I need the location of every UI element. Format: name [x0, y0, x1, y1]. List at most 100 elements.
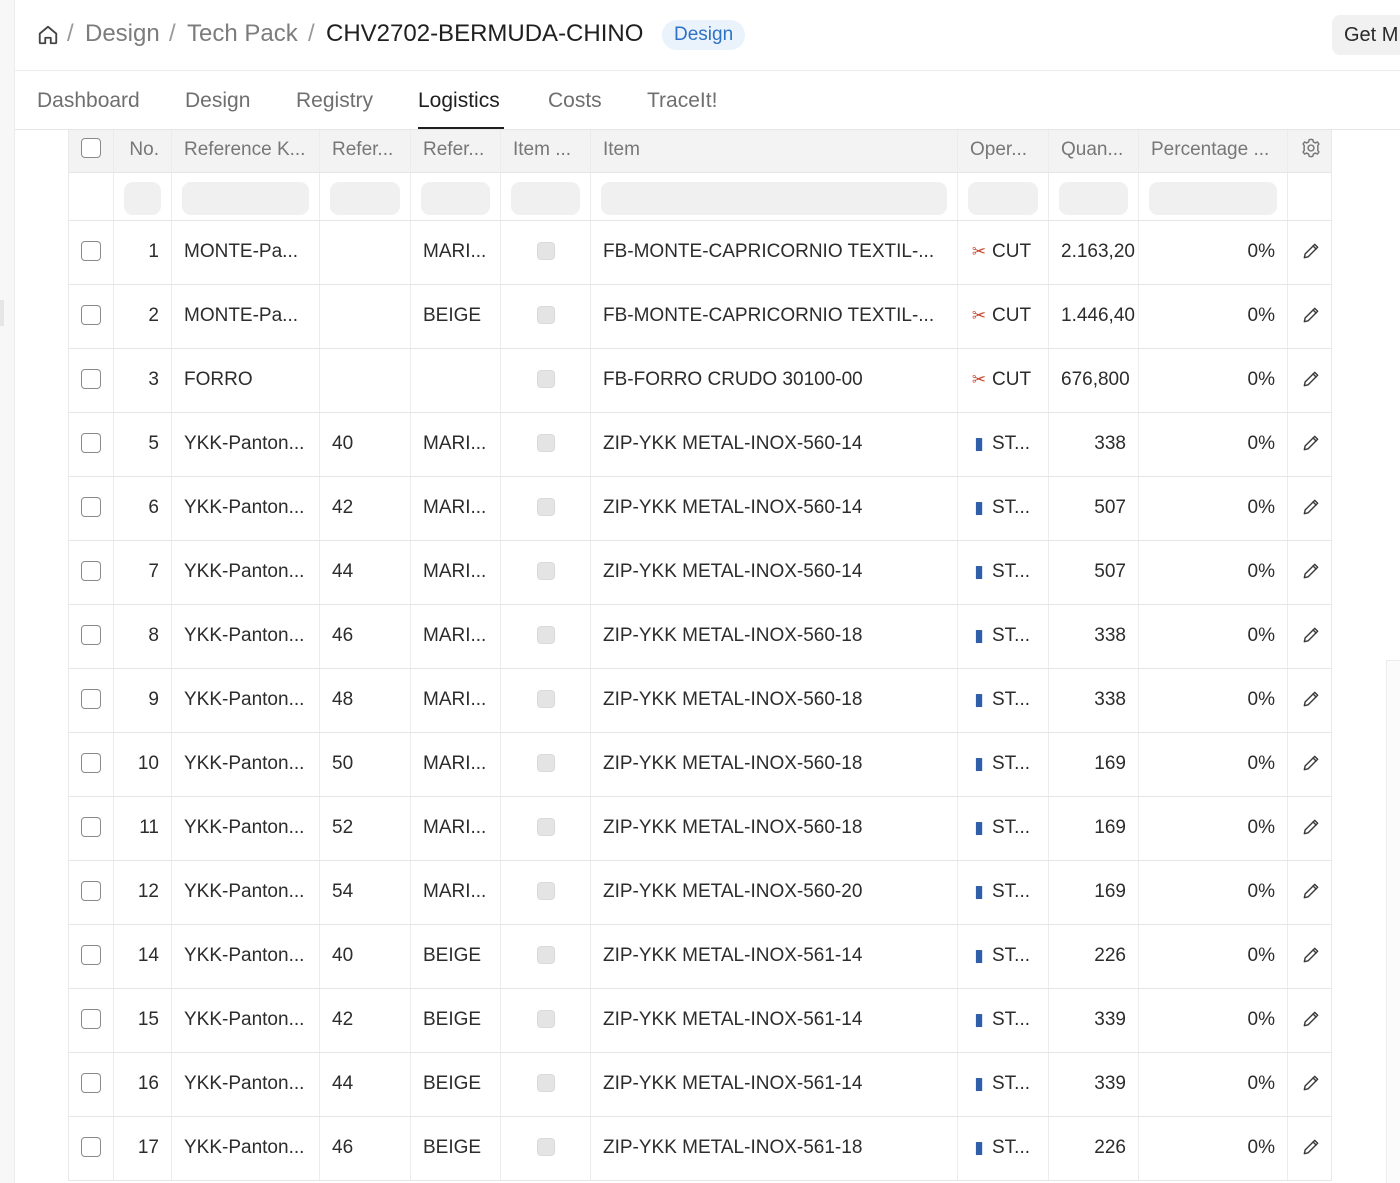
reference-2-cell[interactable]: MARI... — [411, 221, 501, 284]
filter-input-percentage[interactable] — [1149, 182, 1277, 215]
reference-1-cell[interactable]: 44 — [320, 541, 411, 604]
table-row[interactable]: 5 YKK-Panton... 40 MARI... ZIP-YKK METAL… — [69, 413, 1331, 477]
item-flag-checkbox[interactable] — [536, 1009, 555, 1028]
table-row[interactable]: 8 YKK-Panton... 46 MARI... ZIP-YKK METAL… — [69, 605, 1331, 669]
quantity-cell[interactable]: 507 — [1049, 541, 1139, 604]
pencil-icon[interactable] — [1301, 1137, 1321, 1157]
pencil-icon[interactable] — [1301, 561, 1321, 581]
home-icon[interactable] — [37, 24, 59, 46]
pencil-icon[interactable] — [1301, 497, 1321, 517]
reference-key-cell[interactable]: YKK-Panton... — [172, 1117, 320, 1180]
operation-cell[interactable]: ▮ ST... — [958, 797, 1049, 860]
quantity-cell[interactable]: 169 — [1049, 861, 1139, 924]
filter-input-reference-1[interactable] — [330, 182, 400, 215]
item-cell[interactable]: ZIP-YKK METAL-INOX-561-18 — [591, 1117, 958, 1180]
filter-input-reference-key[interactable] — [182, 182, 309, 215]
table-row[interactable]: 10 YKK-Panton... 50 MARI... ZIP-YKK META… — [69, 733, 1331, 797]
filter-input-no[interactable] — [124, 182, 161, 215]
reference-2-cell[interactable]: MARI... — [411, 861, 501, 924]
table-row[interactable]: 3 FORRO FB-FORRO CRUDO 30100-00 ✂ CUT 676… — [69, 349, 1331, 413]
reference-2-cell[interactable]: BEIGE — [411, 989, 501, 1052]
item-flag-checkbox[interactable] — [536, 305, 555, 324]
quantity-cell[interactable]: 338 — [1049, 605, 1139, 668]
row-checkbox[interactable] — [81, 240, 101, 261]
item-cell[interactable]: FB-MONTE-CAPRICORNIO TEXTIL-... — [591, 221, 958, 284]
row-checkbox[interactable] — [81, 880, 101, 901]
filter-input-reference-2[interactable] — [421, 182, 490, 215]
row-checkbox[interactable] — [81, 752, 101, 773]
operation-cell[interactable]: ▮ ST... — [958, 669, 1049, 732]
reference-1-cell[interactable] — [320, 221, 411, 284]
breadcrumb-design[interactable]: Design — [85, 18, 160, 50]
table-row[interactable]: 2 MONTE-Pa... BEIGE FB-MONTE-CAPRICORNIO… — [69, 285, 1331, 349]
percentage-cell[interactable]: 0% — [1139, 541, 1288, 604]
percentage-cell[interactable]: 0% — [1139, 1117, 1288, 1180]
pencil-icon[interactable] — [1301, 625, 1321, 645]
filter-input-quantity[interactable] — [1059, 182, 1128, 215]
row-checkbox[interactable] — [81, 624, 101, 645]
reference-key-cell[interactable]: YKK-Panton... — [172, 925, 320, 988]
item-flag-checkbox[interactable] — [536, 881, 555, 900]
table-row[interactable]: 16 YKK-Panton... 44 BEIGE ZIP-YKK METAL-… — [69, 1053, 1331, 1117]
filter-input-item-flag[interactable] — [511, 182, 580, 215]
reference-2-cell[interactable]: MARI... — [411, 477, 501, 540]
item-flag-checkbox[interactable] — [536, 817, 555, 836]
row-checkbox[interactable] — [81, 1072, 101, 1093]
reference-2-cell[interactable]: MARI... — [411, 733, 501, 796]
operation-cell[interactable]: ▮ ST... — [958, 925, 1049, 988]
item-cell[interactable]: ZIP-YKK METAL-INOX-560-18 — [591, 669, 958, 732]
percentage-cell[interactable]: 0% — [1139, 925, 1288, 988]
reference-key-cell[interactable]: MONTE-Pa... — [172, 285, 320, 348]
quantity-cell[interactable]: 226 — [1049, 925, 1139, 988]
item-flag-checkbox[interactable] — [536, 1073, 555, 1092]
tab-design[interactable]: Design — [185, 87, 250, 115]
quantity-cell[interactable]: 169 — [1049, 733, 1139, 796]
table-row[interactable]: 6 YKK-Panton... 42 MARI... ZIP-YKK METAL… — [69, 477, 1331, 541]
reference-1-cell[interactable]: 48 — [320, 669, 411, 732]
pencil-icon[interactable] — [1301, 305, 1321, 325]
quantity-cell[interactable]: 339 — [1049, 989, 1139, 1052]
operation-cell[interactable]: ▮ ST... — [958, 861, 1049, 924]
reference-1-cell[interactable] — [320, 285, 411, 348]
percentage-cell[interactable]: 0% — [1139, 285, 1288, 348]
row-checkbox[interactable] — [81, 688, 101, 709]
quantity-cell[interactable]: 226 — [1049, 1117, 1139, 1180]
column-header-item-flag[interactable]: Item ... — [501, 130, 591, 172]
gear-icon[interactable] — [1300, 137, 1322, 159]
item-cell[interactable]: ZIP-YKK METAL-INOX-560-20 — [591, 861, 958, 924]
quantity-cell[interactable]: 339 — [1049, 1053, 1139, 1116]
item-flag-checkbox[interactable] — [536, 1137, 555, 1156]
pencil-icon[interactable] — [1301, 881, 1321, 901]
reference-1-cell[interactable]: 42 — [320, 477, 411, 540]
percentage-cell[interactable]: 0% — [1139, 349, 1288, 412]
item-cell[interactable]: ZIP-YKK METAL-INOX-560-18 — [591, 797, 958, 860]
reference-1-cell[interactable]: 46 — [320, 1117, 411, 1180]
column-header-quantity[interactable]: Quan... — [1049, 130, 1139, 172]
row-checkbox[interactable] — [81, 1136, 101, 1157]
item-cell[interactable]: ZIP-YKK METAL-INOX-560-18 — [591, 733, 958, 796]
filter-input-item[interactable] — [601, 182, 947, 215]
item-cell[interactable]: ZIP-YKK METAL-INOX-561-14 — [591, 925, 958, 988]
quantity-cell[interactable]: 676,800 — [1049, 349, 1139, 412]
reference-2-cell[interactable]: BEIGE — [411, 1117, 501, 1180]
percentage-cell[interactable]: 0% — [1139, 733, 1288, 796]
get-more-button[interactable]: Get M — [1332, 15, 1400, 55]
row-checkbox[interactable] — [81, 560, 101, 581]
operation-cell[interactable]: ▮ ST... — [958, 605, 1049, 668]
table-row[interactable]: 15 YKK-Panton... 42 BEIGE ZIP-YKK METAL-… — [69, 989, 1331, 1053]
item-cell[interactable]: ZIP-YKK METAL-INOX-560-14 — [591, 413, 958, 476]
item-cell[interactable]: ZIP-YKK METAL-INOX-561-14 — [591, 989, 958, 1052]
operation-cell[interactable]: ▮ ST... — [958, 541, 1049, 604]
row-checkbox[interactable] — [81, 816, 101, 837]
pencil-icon[interactable] — [1301, 945, 1321, 965]
table-row[interactable]: 17 YKK-Panton... 46 BEIGE ZIP-YKK METAL-… — [69, 1117, 1331, 1181]
percentage-cell[interactable]: 0% — [1139, 605, 1288, 668]
percentage-cell[interactable]: 0% — [1139, 1053, 1288, 1116]
reference-2-cell[interactable]: MARI... — [411, 413, 501, 476]
reference-key-cell[interactable]: YKK-Panton... — [172, 669, 320, 732]
reference-2-cell[interactable]: MARI... — [411, 541, 501, 604]
table-row[interactable]: 1 MONTE-Pa... MARI... FB-MONTE-CAPRICORN… — [69, 221, 1331, 285]
reference-2-cell[interactable]: MARI... — [411, 797, 501, 860]
operation-cell[interactable]: ▮ ST... — [958, 413, 1049, 476]
reference-2-cell[interactable]: MARI... — [411, 669, 501, 732]
